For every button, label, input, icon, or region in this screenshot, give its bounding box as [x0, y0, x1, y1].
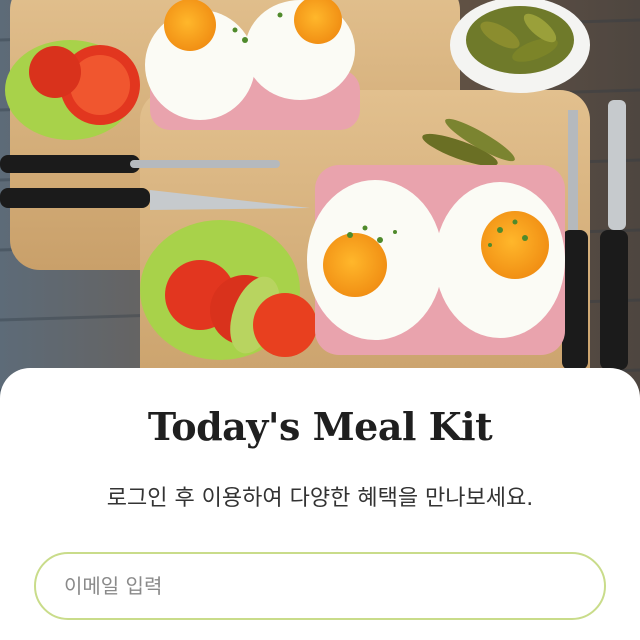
app-title: Today's Meal Kit — [147, 404, 493, 449]
login-subtitle: 로그인 후 이용하여 다양한 혜택을 만나보세요. — [106, 486, 534, 511]
login-sheet: Today's Meal Kit 로그인 후 이용하여 다양한 혜택을 만나보세… — [0, 368, 640, 640]
email-input[interactable] — [34, 552, 606, 620]
hero-food-image — [0, 0, 640, 400]
login-screen: Today's Meal Kit 로그인 후 이용하여 다양한 혜택을 만나보세… — [0, 0, 640, 640]
